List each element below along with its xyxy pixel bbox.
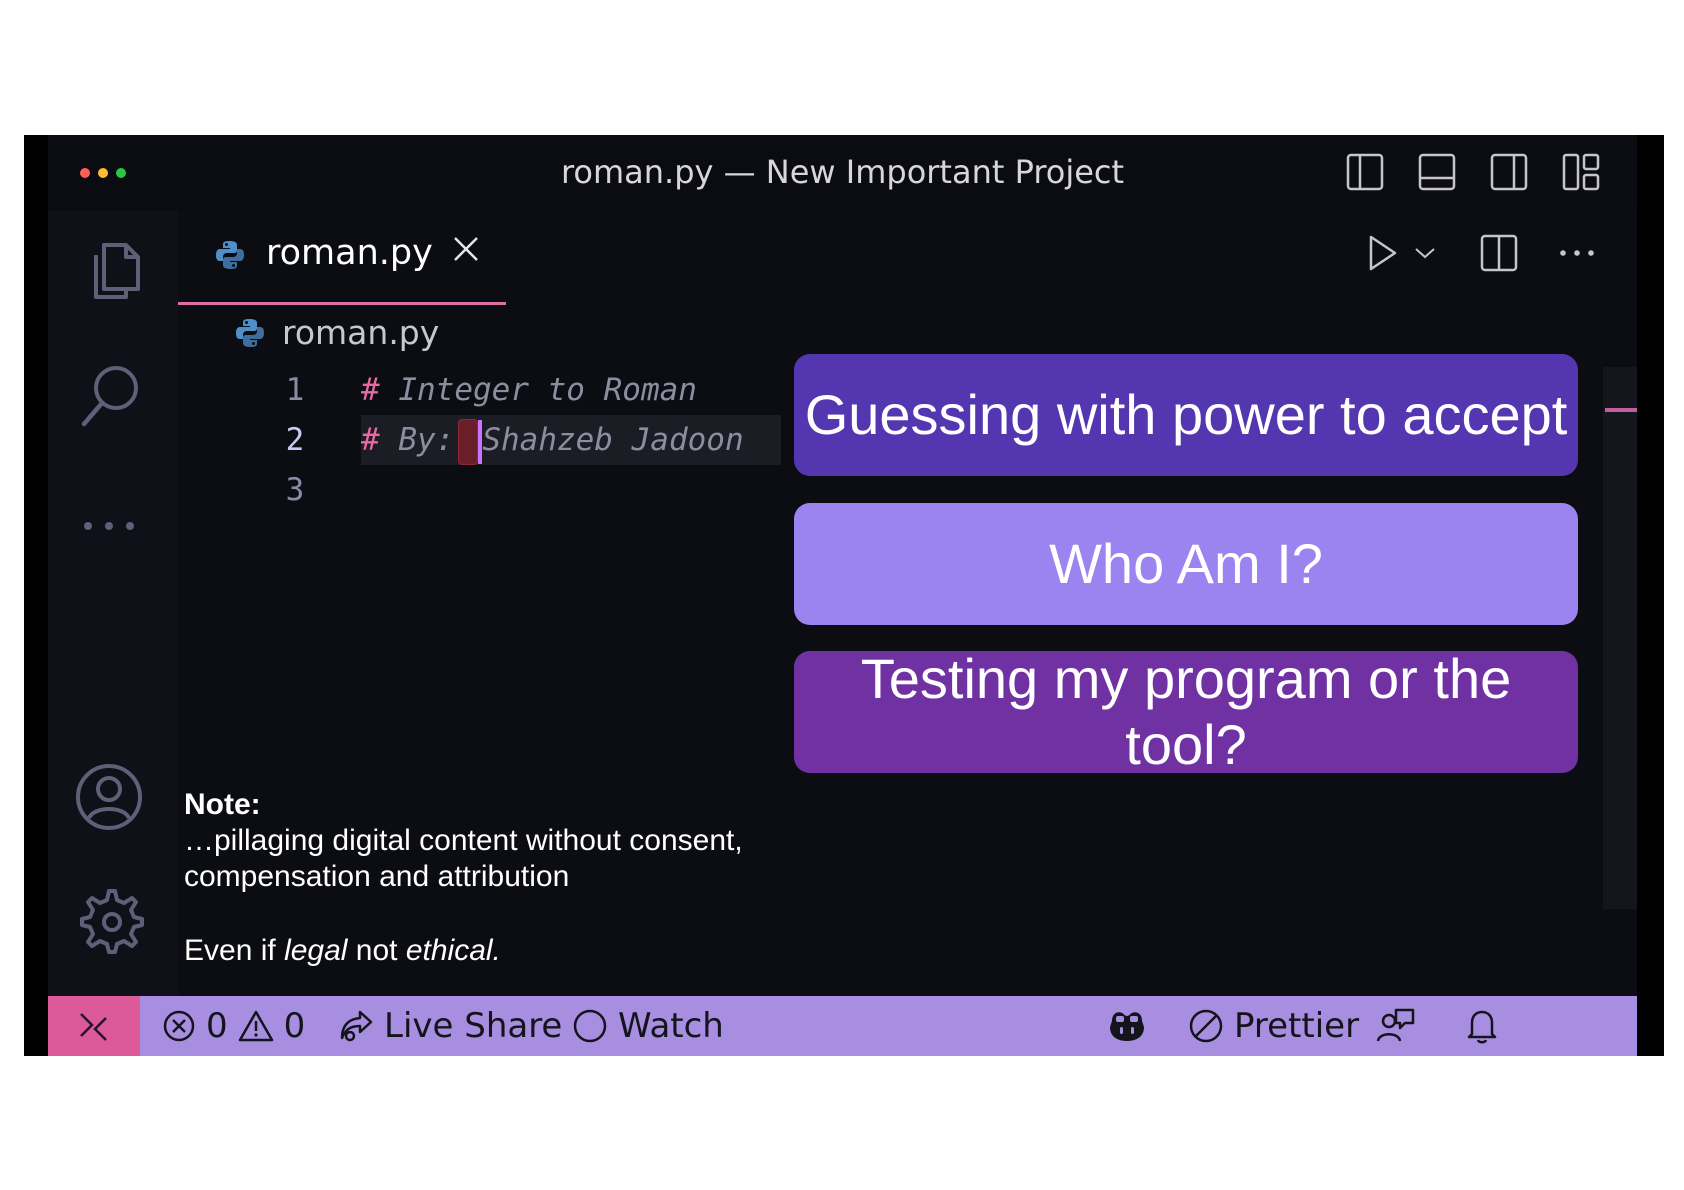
note-conclusion: Even if legal not ethical.	[184, 934, 501, 967]
person-feedback-icon	[1376, 1008, 1415, 1042]
python-file-icon	[216, 241, 244, 269]
line-number-gutter: 1 2 3	[260, 365, 330, 515]
code-editor[interactable]: # Integer to Roman # By: Shahzeb Jadoon	[361, 365, 781, 515]
close-icon[interactable]	[450, 233, 482, 265]
accounts-icon[interactable]	[74, 762, 144, 832]
editor-scrollbar[interactable]	[1603, 367, 1637, 909]
warning-count: 0	[283, 1006, 306, 1046]
prettier-label: Prettier	[1234, 1006, 1360, 1046]
prettier-disabled-icon	[1189, 1009, 1223, 1043]
live-share-button[interactable]: Live Share	[338, 996, 562, 1056]
more-icon[interactable]	[74, 491, 144, 561]
activity-bar	[48, 211, 178, 996]
copilot-icon	[1110, 1012, 1144, 1041]
notifications-button[interactable]	[1464, 996, 1500, 1056]
code-line-current: # By: Shahzeb Jadoon	[361, 415, 781, 465]
editor-tab-bar: roman.py	[178, 211, 1637, 305]
breadcrumb-file: roman.py	[282, 313, 440, 352]
note-heading: Note:	[184, 788, 261, 821]
breadcrumb[interactable]: roman.py	[234, 313, 439, 352]
error-count: 0	[206, 1006, 228, 1046]
toggle-secondary-sidebar-icon[interactable]	[1489, 152, 1529, 192]
line-number: 1	[285, 372, 305, 408]
cursor-highlight	[458, 418, 479, 465]
problems-indicator[interactable]: 0 0	[162, 996, 305, 1056]
search-icon[interactable]	[74, 361, 144, 431]
note-text: Note: …pillaging digital content without…	[184, 787, 784, 969]
copilot-button[interactable]	[1106, 996, 1148, 1056]
watch-circle-icon	[573, 1009, 607, 1043]
split-editor-icon[interactable]	[1479, 233, 1519, 273]
note-line: …pillaging digital content without conse…	[184, 824, 743, 893]
overlay-button-who-am-i[interactable]: Who Am I?	[794, 503, 1578, 625]
error-icon	[163, 1010, 195, 1042]
remote-indicator[interactable]	[48, 996, 140, 1056]
toggle-panel-icon[interactable]	[1417, 152, 1457, 192]
watch-button[interactable]: Watch	[572, 996, 724, 1056]
warning-icon	[238, 1010, 273, 1042]
live-share-label: Live Share	[384, 1006, 563, 1046]
settings-gear-icon[interactable]	[74, 885, 144, 955]
tab-label: roman.py	[266, 233, 433, 273]
python-file-icon	[236, 318, 264, 347]
code-line: # Integer to Roman	[361, 372, 697, 408]
tab-roman-py[interactable]: roman.py	[178, 211, 506, 305]
editor-actions	[1365, 233, 1597, 273]
status-bar: 0 0 Live Share Watch Prettier	[48, 996, 1637, 1056]
accounts-feedback-button[interactable]	[1376, 996, 1416, 1056]
run-icon[interactable]	[1365, 233, 1399, 273]
more-actions-icon[interactable]	[1557, 233, 1597, 273]
layout-controls	[1345, 152, 1601, 192]
title-bar: roman.py — New Important Project	[48, 135, 1637, 211]
overlay-button-guessing[interactable]: Guessing with power to accept	[794, 354, 1578, 476]
vscode-window: roman.py — New Important Project roman.p…	[48, 135, 1637, 1056]
bell-icon	[1467, 1010, 1497, 1044]
remote-icon	[80, 1013, 107, 1041]
overlay-button-testing[interactable]: Testing my program or the tool?	[794, 647, 1578, 776]
line-number: 3	[285, 472, 305, 508]
prettier-button[interactable]: Prettier	[1188, 996, 1359, 1056]
scrollbar-cursor-marker	[1605, 408, 1637, 412]
toggle-primary-sidebar-icon[interactable]	[1345, 152, 1385, 192]
chevron-down-icon[interactable]	[1413, 241, 1437, 265]
watch-label: Watch	[618, 1006, 724, 1046]
explorer-icon[interactable]	[74, 237, 144, 307]
customize-layout-icon[interactable]	[1561, 152, 1601, 192]
live-share-icon	[340, 1010, 373, 1042]
line-number-active: 2	[285, 422, 305, 458]
